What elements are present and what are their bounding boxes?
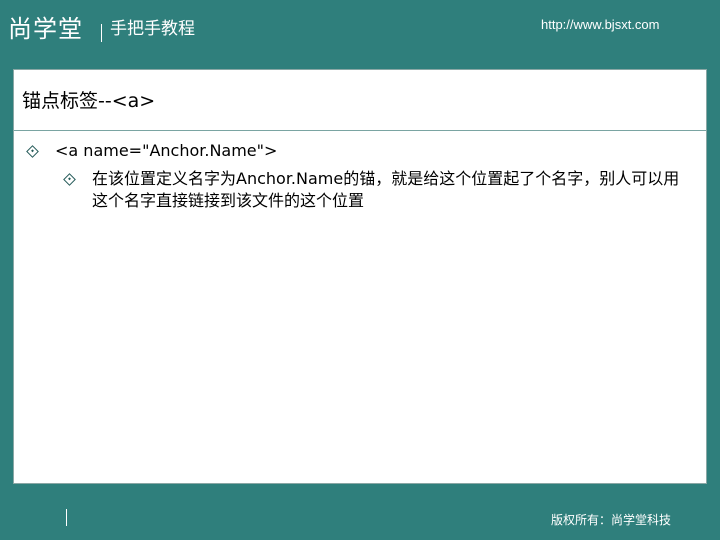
footer-copyright: 版权所有：尚学堂科技: [551, 513, 672, 527]
site-url: http://www.bjsxt.com: [541, 17, 660, 32]
bullet-text-2: 在该位置定义名字为Anchor.Name的锚，就是给这个位置起了个名字，别人可以…: [92, 169, 680, 210]
header-bar: 尚学堂 手把手教程 http://www.bjsxt.com: [0, 0, 720, 60]
bullet-item-2: 在该位置定义名字为Anchor.Name的锚，就是给这个位置起了个名字，别人可以…: [14, 168, 706, 212]
footer-divider: [66, 509, 67, 526]
diamond-bullet-icon: [63, 173, 76, 186]
diamond-bullet-icon: [26, 145, 39, 158]
bullet-item-1: <a name="Anchor.Name">: [14, 140, 706, 162]
title-row: 锚点标签--<a>: [14, 70, 706, 131]
brand-name: 尚学堂: [8, 15, 83, 43]
bullet-text-1: <a name="Anchor.Name">: [55, 141, 278, 160]
slide-title: 锚点标签--<a>: [22, 90, 156, 112]
content-panel: 锚点标签--<a> <a name="Anchor.Name"> 在该位置定义名…: [13, 69, 707, 484]
bullet-list: <a name="Anchor.Name"> 在该位置定义名字为Anchor.N…: [14, 140, 706, 212]
header-subtitle: 手把手教程: [110, 19, 195, 39]
header-divider: [101, 24, 102, 42]
